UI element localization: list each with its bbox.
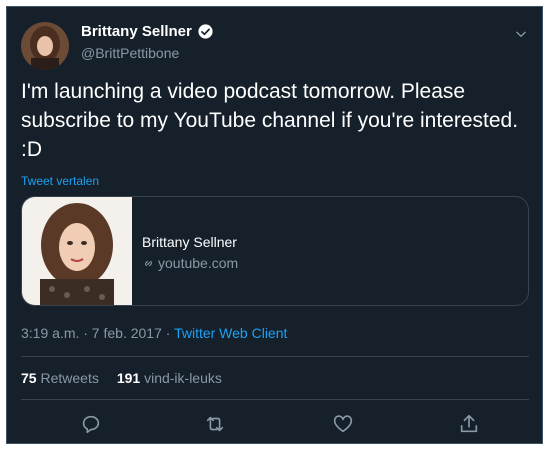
user-handle[interactable]: @BrittPettibone	[81, 45, 179, 61]
divider	[21, 356, 529, 357]
retweets-label: Retweets	[40, 370, 99, 386]
card-domain: youtube.com	[158, 255, 239, 271]
verified-badge-icon	[198, 24, 213, 39]
likes-label: vind-ik-leuks	[144, 370, 222, 386]
retweets-count: 75	[21, 370, 37, 386]
tweet-client-link[interactable]: Twitter Web Client	[174, 325, 287, 341]
display-name[interactable]: Brittany Sellner	[81, 23, 192, 40]
tweet-panel: Brittany Sellner @BrittPettibone I'm lau…	[6, 6, 543, 444]
avatar[interactable]	[21, 22, 69, 70]
chevron-down-icon[interactable]	[514, 27, 528, 41]
heart-icon[interactable]	[332, 413, 354, 435]
action-bar	[21, 409, 529, 439]
likes-stat[interactable]: 191 vind-ik-leuks	[117, 370, 222, 386]
reply-icon[interactable]	[80, 413, 102, 435]
retweets-stat[interactable]: 75 Retweets	[21, 370, 99, 386]
card-thumbnail	[22, 197, 132, 305]
translate-tweet-link[interactable]: Tweet vertalen	[21, 174, 99, 188]
share-icon[interactable]	[458, 413, 480, 435]
tweet-text: I'm launching a video podcast tomorrow. …	[21, 80, 524, 161]
card-title: Brittany Sellner	[142, 234, 237, 250]
divider	[21, 399, 529, 400]
link-icon	[145, 260, 152, 266]
link-preview-card[interactable]: Brittany Sellner youtube.com	[21, 196, 529, 306]
tweet-timestamp[interactable]: 3:19 a.m. · 7 feb. 2017 ·	[21, 325, 174, 341]
likes-count: 191	[116, 370, 141, 386]
retweet-icon[interactable]	[204, 413, 226, 435]
